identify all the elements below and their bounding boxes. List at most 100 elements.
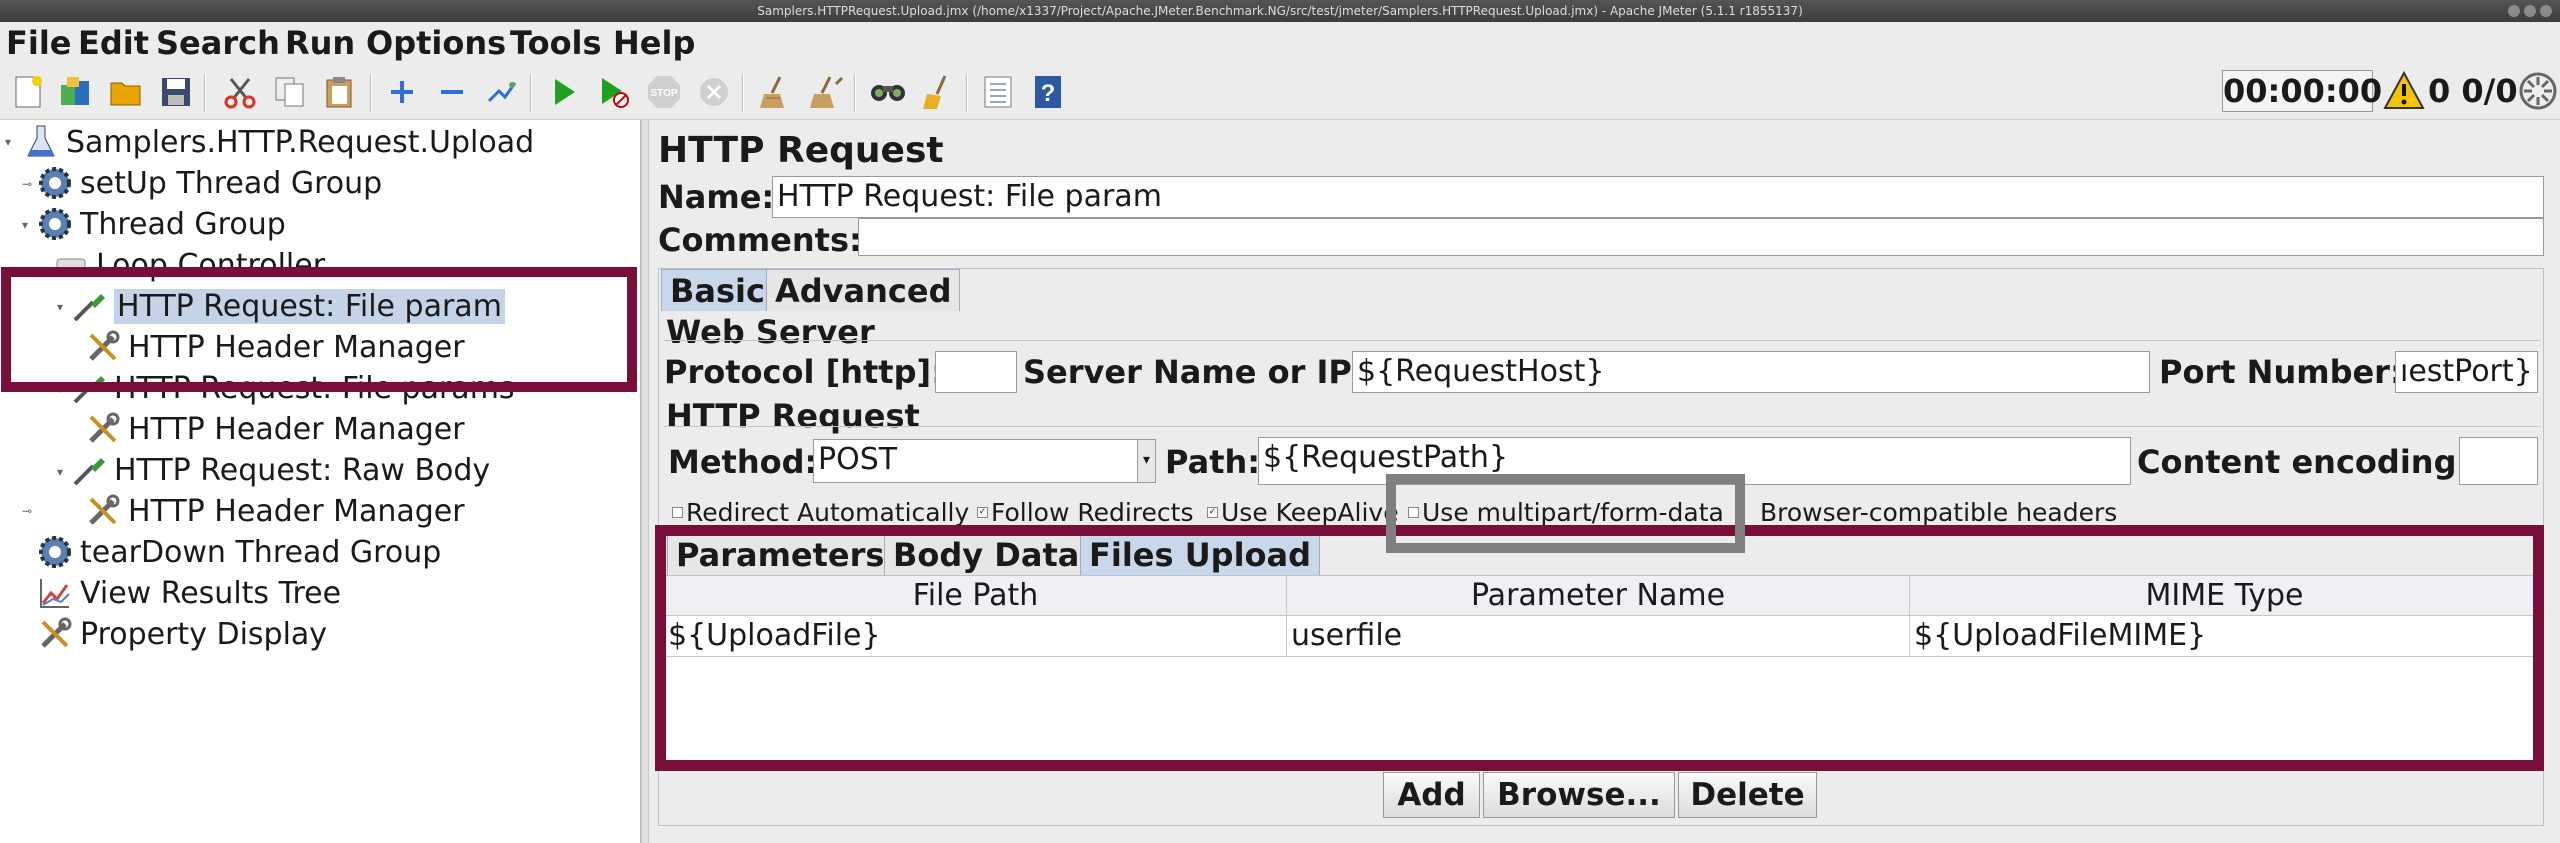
tab-advanced[interactable]: Advanced bbox=[766, 269, 961, 311]
menu-bar: File Edit Search Run Options Tools Help bbox=[0, 22, 2560, 64]
templates-icon[interactable] bbox=[54, 70, 98, 114]
check-icon[interactable]: ✓ bbox=[977, 507, 988, 518]
delete-button[interactable]: Delete bbox=[1678, 772, 1817, 818]
gear-icon bbox=[36, 533, 74, 571]
start-icon[interactable] bbox=[542, 70, 586, 114]
menu-tools[interactable]: Tools bbox=[510, 25, 602, 61]
menu-file[interactable]: File bbox=[6, 25, 72, 61]
collapse-icon[interactable] bbox=[430, 70, 474, 114]
tab-basic[interactable]: Basic bbox=[661, 269, 774, 311]
server-field[interactable]: ${RequestHost} bbox=[1352, 351, 2150, 393]
tree-handle-icon[interactable]: ⊸ bbox=[22, 177, 32, 191]
save-icon[interactable] bbox=[154, 70, 198, 114]
protocol-field[interactable] bbox=[935, 351, 1017, 393]
chevron-down-icon[interactable]: ▾ bbox=[1137, 440, 1155, 482]
start-no-pause-icon[interactable] bbox=[592, 70, 636, 114]
toolbar-separator bbox=[966, 74, 968, 112]
redirect-auto-checkbox[interactable]: Redirect Automatically bbox=[672, 498, 969, 527]
function-helper-icon[interactable] bbox=[976, 70, 1020, 114]
tree-item-label: HTTP Header Manager bbox=[128, 493, 465, 529]
tree-handle-icon[interactable]: ▾ bbox=[57, 465, 63, 479]
protocol-label: Protocol [http]: bbox=[664, 353, 944, 391]
menu-edit[interactable]: Edit bbox=[78, 25, 149, 61]
maximize-icon[interactable] bbox=[2524, 5, 2536, 17]
method-value: POST bbox=[818, 442, 898, 477]
encoding-label: Content encoding: bbox=[2137, 443, 2470, 481]
comments-field[interactable] bbox=[858, 218, 2544, 256]
tree-item-label: tearDown Thread Group bbox=[80, 534, 442, 570]
encoding-field[interactable] bbox=[2459, 437, 2538, 485]
menu-run[interactable]: Run bbox=[285, 25, 355, 61]
paste-icon[interactable] bbox=[318, 70, 362, 114]
close-icon[interactable] bbox=[2540, 5, 2552, 17]
expand-icon[interactable] bbox=[380, 70, 424, 114]
tree-item-test-plan[interactable]: Samplers.HTTP.Request.Upload bbox=[22, 122, 534, 162]
tree-item-thread-group[interactable]: Thread Group bbox=[36, 204, 286, 244]
tree-item-http-request-raw-body[interactable]: HTTP Request: Raw Body bbox=[70, 450, 490, 490]
tree-item-property-display[interactable]: Property Display bbox=[36, 614, 327, 654]
help-icon[interactable]: ? bbox=[1026, 70, 1070, 114]
warning-icon[interactable] bbox=[2383, 70, 2425, 112]
method-select[interactable]: POST ▾ bbox=[813, 439, 1156, 483]
path-label: Path: bbox=[1165, 443, 1261, 481]
svg-text:?: ? bbox=[1041, 80, 1056, 107]
checkbox-label: Use KeepAlive bbox=[1221, 498, 1399, 527]
tree-item-view-results-tree[interactable]: View Results Tree bbox=[36, 573, 341, 613]
tree-handle-icon[interactable]: ⊸ bbox=[22, 504, 32, 518]
method-label: Method: bbox=[668, 443, 818, 481]
pipette-icon bbox=[70, 451, 108, 489]
elapsed-timer: 00:00:00 bbox=[2222, 70, 2383, 112]
shutdown-icon[interactable] bbox=[692, 70, 736, 114]
tree-handle-icon[interactable]: ▾ bbox=[5, 135, 11, 149]
tree-item-label: Thread Group bbox=[80, 206, 286, 242]
tree-item-header-manager[interactable]: HTTP Header Manager bbox=[84, 491, 465, 531]
new-icon[interactable] bbox=[6, 70, 50, 114]
gear-icon bbox=[36, 205, 74, 243]
tree-item-setup-thread-group[interactable]: setUp Thread Group bbox=[36, 163, 382, 203]
tree-item-header-manager[interactable]: HTTP Header Manager bbox=[84, 409, 465, 449]
checkbox-label: Redirect Automatically bbox=[686, 498, 970, 527]
checkbox-box[interactable] bbox=[672, 507, 683, 518]
panel-heading: HTTP Request bbox=[658, 130, 944, 171]
checkbox-label: Follow Redirects bbox=[991, 498, 1194, 527]
stop-icon[interactable]: STOP bbox=[642, 70, 686, 114]
menu-help[interactable]: Help bbox=[613, 25, 695, 61]
minimize-icon[interactable] bbox=[2508, 5, 2520, 17]
tree-item-label: Samplers.HTTP.Request.Upload bbox=[66, 124, 535, 160]
toolbar: STOP ? bbox=[0, 64, 2560, 120]
search-icon[interactable] bbox=[866, 70, 910, 114]
clear-icon[interactable] bbox=[754, 70, 798, 114]
files-upload-highlight bbox=[655, 525, 2544, 771]
toolbar-separator bbox=[530, 74, 532, 112]
toolbar-separator bbox=[370, 74, 372, 112]
thread-status: 0 0/0 bbox=[2428, 72, 2518, 110]
multipart-highlight bbox=[1386, 474, 1745, 553]
follow-redirects-checkbox[interactable]: ✓ Follow Redirects bbox=[977, 498, 1194, 527]
tree-handle-icon[interactable]: ▾ bbox=[22, 218, 28, 232]
menu-search[interactable]: Search bbox=[156, 25, 280, 61]
reset-search-icon[interactable] bbox=[916, 70, 960, 114]
clear-all-icon[interactable] bbox=[804, 70, 848, 114]
port-field[interactable]: ıestPort} bbox=[2395, 351, 2538, 393]
menu-options[interactable]: Options bbox=[366, 25, 506, 61]
add-button[interactable]: Add bbox=[1383, 772, 1480, 818]
gear-icon bbox=[36, 164, 74, 202]
browse-button[interactable]: Browse... bbox=[1483, 772, 1675, 818]
divider bbox=[664, 426, 2540, 427]
browser-compatible-checkbox[interactable]: Browser-compatible headers bbox=[1746, 498, 2117, 527]
checkbox-label: Browser-compatible headers bbox=[1760, 498, 2118, 527]
name-field[interactable]: HTTP Request: File param bbox=[772, 176, 2544, 218]
open-icon[interactable] bbox=[104, 70, 148, 114]
chart-icon bbox=[36, 574, 74, 612]
split-pane-divider[interactable] bbox=[641, 120, 649, 843]
keepalive-checkbox[interactable]: ✓ Use KeepAlive bbox=[1207, 498, 1399, 527]
toggle-icon[interactable] bbox=[480, 70, 524, 114]
check-icon[interactable]: ✓ bbox=[1207, 507, 1218, 518]
copy-icon[interactable] bbox=[268, 70, 312, 114]
divider bbox=[664, 340, 2540, 341]
tree-item-label: View Results Tree bbox=[80, 575, 342, 611]
cut-icon[interactable] bbox=[218, 70, 262, 114]
server-label: Server Name or IP: bbox=[1023, 353, 1365, 391]
tree-item-label: Property Display bbox=[80, 616, 328, 652]
tree-item-teardown-thread-group[interactable]: tearDown Thread Group bbox=[36, 532, 441, 572]
